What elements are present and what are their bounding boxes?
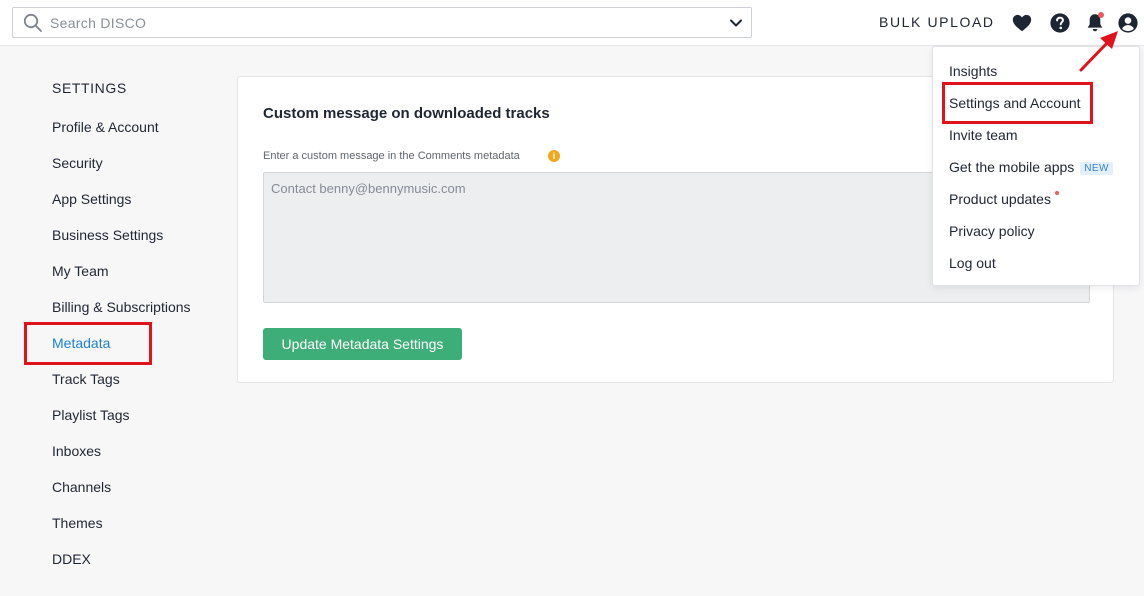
menu-item-privacy-policy[interactable]: Privacy policy	[949, 223, 1113, 255]
new-badge: NEW	[1080, 162, 1113, 175]
annotation-arrow-icon	[1079, 31, 1118, 72]
sidebar-item-profile-account[interactable]: Profile & Account	[52, 118, 191, 154]
sidebar-item-playlist-tags[interactable]: Playlist Tags	[52, 406, 191, 442]
menu-item-label: Invite team	[949, 127, 1018, 143]
update-dot	[1054, 191, 1059, 195]
chevron-down-icon[interactable]	[729, 16, 743, 30]
sidebar-item-ddex[interactable]: DDEX	[52, 550, 191, 586]
comments-field-label: Enter a custom message in the Comments m…	[263, 150, 520, 162]
help-icon[interactable]	[1049, 12, 1071, 34]
bulk-upload-button[interactable]: BULK UPLOAD	[879, 14, 995, 30]
update-metadata-button[interactable]: Update Metadata Settings	[263, 328, 462, 360]
menu-item-log-out[interactable]: Log out	[949, 255, 1113, 287]
top-bar: BULK UPLOAD	[0, 0, 1144, 46]
sidebar-item-channels[interactable]: Channels	[52, 478, 191, 514]
info-icon[interactable]: i	[548, 150, 560, 162]
menu-item-invite-team[interactable]: Invite team	[949, 127, 1113, 159]
menu-item-label: Get the mobile apps	[949, 159, 1075, 175]
settings-account-highlight-box	[942, 82, 1093, 124]
metadata-highlight-box	[24, 322, 152, 365]
search-input[interactable]	[50, 8, 700, 37]
sidebar-item-security[interactable]: Security	[52, 154, 191, 190]
menu-item-product-updates[interactable]: Product updates	[949, 191, 1113, 223]
notification-dot	[1098, 12, 1104, 18]
search-box[interactable]	[12, 7, 752, 38]
sidebar-title: SETTINGS	[52, 80, 127, 96]
sidebar-item-my-team[interactable]: My Team	[52, 262, 191, 298]
menu-item-label: Product updates	[949, 191, 1051, 207]
menu-item-label: Log out	[949, 255, 996, 271]
sidebar-item-track-tags[interactable]: Track Tags	[52, 370, 191, 406]
sidebar-item-themes[interactable]: Themes	[52, 514, 191, 550]
card-title: Custom message on downloaded tracks	[263, 105, 550, 122]
search-icon	[23, 13, 42, 32]
sidebar-item-app-settings[interactable]: App Settings	[52, 190, 191, 226]
sidebar-item-inboxes[interactable]: Inboxes	[52, 442, 191, 478]
menu-item-label: Privacy policy	[949, 223, 1035, 239]
heart-icon[interactable]	[1011, 12, 1033, 34]
menu-item-mobile-apps[interactable]: Get the mobile apps NEW	[949, 159, 1113, 191]
sidebar-item-business-settings[interactable]: Business Settings	[52, 226, 191, 262]
menu-item-label: Insights	[949, 63, 998, 79]
